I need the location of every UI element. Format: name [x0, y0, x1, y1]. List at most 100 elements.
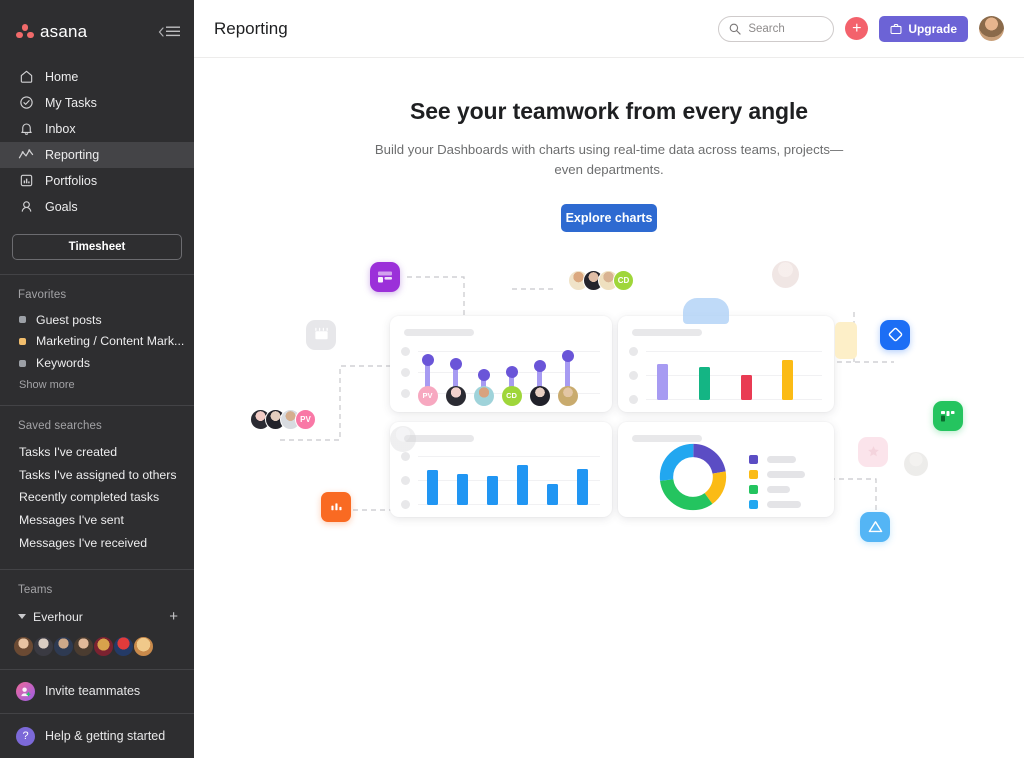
create-button[interactable]: +: [845, 17, 869, 40]
add-team-member-button[interactable]: +: [169, 609, 178, 624]
legend-swatch: [749, 454, 758, 464]
sidebar-item-inbox[interactable]: Inbox: [0, 116, 194, 142]
page-title: Reporting: [214, 18, 288, 38]
lollipop-avatar[interactable]: [529, 385, 550, 406]
gridline: [646, 398, 822, 400]
portfolio-icon: [18, 173, 34, 189]
blue-triangle-icon[interactable]: [860, 511, 890, 542]
help-button[interactable]: ? Help & getting started: [0, 714, 194, 758]
sidebar-item-goals[interactable]: Goals: [0, 194, 194, 220]
saved-search-item[interactable]: Messages I've received: [0, 532, 194, 555]
favorite-item[interactable]: Guest posts: [0, 309, 194, 331]
column-chart-card[interactable]: [618, 315, 834, 412]
avatar[interactable]: [73, 635, 94, 657]
lollipop-chart-card[interactable]: PV CD: [390, 315, 612, 412]
upgrade-label: Upgrade: [908, 21, 957, 36]
avatar-initials-badge[interactable]: PV: [295, 408, 316, 430]
sidebar-item-label: Portfolios: [45, 173, 98, 188]
saved-searches-section-title: Saved searches: [18, 420, 102, 433]
avatar[interactable]: [33, 635, 54, 657]
avatar-stack-pv[interactable]: PV: [250, 408, 316, 430]
hero-section: See your teamwork from every angle Build…: [194, 58, 1024, 232]
favorite-label: Guest posts: [36, 312, 102, 327]
sidebar-item-home[interactable]: Home: [0, 64, 194, 90]
project-color-dot: [19, 337, 26, 345]
axis-marker: [401, 388, 410, 398]
search-input[interactable]: Search: [718, 15, 835, 42]
avatar[interactable]: [133, 635, 154, 657]
blue-bar-chart-card[interactable]: [390, 421, 612, 517]
user-avatar[interactable]: [979, 16, 1004, 41]
bar: [741, 374, 752, 400]
legend-swatch: [749, 469, 758, 479]
axis-marker: [401, 346, 410, 356]
gridline: [418, 455, 600, 457]
chevron-down-icon[interactable]: [18, 614, 26, 620]
lollipop-head: [477, 368, 490, 381]
saved-search-item[interactable]: Recently completed tasks: [0, 486, 194, 509]
divider: [0, 405, 194, 407]
reporting-illustration: PV CD CD PV: [194, 254, 1024, 584]
bar: [517, 464, 528, 505]
search-icon: [729, 23, 741, 35]
check-circle-icon: [18, 95, 34, 111]
bar: [657, 363, 668, 400]
sidebar-item-label: Goals: [45, 199, 78, 214]
avatar-stack-cd[interactable]: CD: [568, 269, 634, 291]
app-root: asana Home My Tasks Inbox Reporting Port…: [0, 0, 1024, 758]
search-placeholder: Search: [748, 22, 785, 35]
green-board-icon[interactable]: [933, 400, 963, 431]
legend-swatch: [749, 484, 758, 494]
axis-marker: [401, 475, 410, 485]
collapse-sidebar-icon[interactable]: [158, 26, 180, 37]
orange-folder-chart-icon[interactable]: [321, 491, 351, 522]
bar: [547, 483, 558, 505]
calendar-icon[interactable]: [306, 319, 336, 350]
yellow-strip-shape: [835, 321, 857, 359]
sidebar-item-label: Inbox: [45, 121, 76, 136]
sidebar: asana Home My Tasks Inbox Reporting Port…: [0, 0, 194, 758]
bar: [577, 468, 588, 505]
team-row-everhour[interactable]: Everhour +: [0, 606, 194, 628]
saved-search-item[interactable]: Messages I've sent: [0, 509, 194, 532]
upgrade-button[interactable]: Upgrade: [879, 15, 968, 42]
lollipop-avatar[interactable]: [445, 385, 466, 406]
timesheet-button[interactable]: Timesheet: [12, 233, 182, 260]
lollipop-avatar[interactable]: PV: [417, 385, 438, 406]
avatar-initials-badge[interactable]: CD: [613, 269, 634, 291]
saved-search-item[interactable]: Tasks I've created: [0, 440, 194, 463]
divider: [0, 568, 194, 570]
explore-charts-button[interactable]: Explore charts: [561, 203, 657, 232]
avatar[interactable]: [113, 635, 134, 657]
invite-icon: [16, 681, 35, 701]
donut-chart-card[interactable]: [618, 421, 834, 517]
axis-marker: [401, 367, 410, 377]
lollipop-head: [561, 349, 574, 362]
sidebar-item-reporting[interactable]: Reporting: [0, 141, 194, 168]
favorite-item[interactable]: Keywords: [0, 352, 194, 374]
purple-list-icon[interactable]: [370, 261, 400, 292]
avatar[interactable]: [53, 635, 74, 657]
invite-teammates-button[interactable]: Invite teammates: [0, 670, 194, 714]
axis-marker: [629, 346, 638, 356]
favorite-item[interactable]: Marketing / Content Mark...: [0, 331, 194, 353]
card-title-placeholder: [404, 328, 474, 336]
lollipop-avatar[interactable]: [473, 385, 494, 406]
asana-logo[interactable]: asana: [16, 22, 87, 42]
help-label: Help & getting started: [45, 729, 166, 744]
line-chart-icon: [18, 147, 34, 163]
saved-search-item[interactable]: Tasks I've assigned to others: [0, 463, 194, 486]
avatar[interactable]: [93, 635, 114, 657]
lollipop-avatar[interactable]: [557, 385, 578, 406]
legend-label-placeholder: [767, 455, 796, 463]
lollipop-head: [449, 357, 462, 370]
show-more-link[interactable]: Show more: [0, 379, 194, 391]
avatar[interactable]: [13, 635, 34, 657]
legend-swatch: [749, 499, 758, 509]
sidebar-item-my-tasks[interactable]: My Tasks: [0, 90, 194, 116]
lollipop-head: [421, 353, 434, 366]
gridline: [418, 503, 600, 505]
sidebar-item-portfolios[interactable]: Portfolios: [0, 168, 194, 194]
lollipop-avatar[interactable]: CD: [501, 385, 522, 406]
blue-diamond-icon[interactable]: [880, 319, 910, 350]
